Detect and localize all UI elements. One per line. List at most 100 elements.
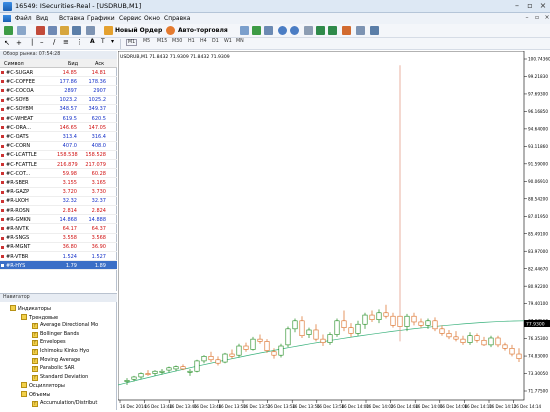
menu-view[interactable]: Вид [36,15,48,22]
channel-icon[interactable]: ≡ [63,38,69,46]
minimize-button[interactable]: – [510,1,524,11]
market-watch-row[interactable]: #R-MGNT 36.80 36.90 [0,243,117,252]
menu-tools[interactable]: Сервис [119,15,141,22]
col-ask[interactable]: Аск [95,61,104,67]
cursor-icon[interactable]: ↖ [4,39,10,47]
market-watch-row[interactable]: #C-OATS 313.4 316.4 [0,132,117,142]
market-watch-row[interactable]: #C-ORA... 146.65 147.05 [0,123,117,133]
market-watch-row[interactable]: #C-COFFEE 177.86 178.36 [0,77,117,87]
terminal-icon[interactable] [72,26,81,35]
tf-h1[interactable]: H1 [188,39,195,44]
menu-file[interactable]: Файл [15,15,32,22]
crosshair-icon[interactable]: + [16,39,22,47]
close-button[interactable]: × [536,1,550,11]
market-watch-row[interactable]: #R-GMKN 14.868 14.888 [0,215,117,225]
market-watch-row[interactable]: #R-GAZP 3.720 3.730 [0,188,117,197]
bar-chart-icon[interactable] [240,26,249,35]
market-watch-row[interactable]: #C-WHEAT 619.5 620.5 [0,114,117,124]
window-title: 16549: ISecurities-Real - [USDRUB,M1] [15,2,142,10]
periods-icon[interactable] [356,26,365,35]
tf-w1[interactable]: W1 [224,39,232,44]
row-symbol: #C-COFFEE [6,78,35,85]
text-icon[interactable]: A [90,38,95,45]
zoom-out-icon[interactable] [290,26,299,35]
market-watch-row[interactable]: #C-SOYBM 348.57 349.37 [0,105,117,114]
row-symbol: #C-SUGAR [6,69,34,76]
row-ask: 3.730 [91,189,106,196]
market-watch-row[interactable]: #C-SUGAR 14.85 14.81 [0,68,117,78]
candlestick-icon[interactable] [252,26,261,35]
tf-d1[interactable]: D1 [212,39,219,44]
navigator-item[interactable]: Объемы [21,391,50,399]
new-order-button[interactable]: Новый Ордер [115,27,162,34]
menu-window[interactable]: Окно [144,15,160,22]
market-watch-row[interactable]: #R-HYS 1.79 1.89 [0,261,117,271]
navigator-item[interactable]: f Bollinger Bands [32,331,79,339]
arrows-icon[interactable]: ▾ [111,38,114,45]
line-chart-icon[interactable] [264,26,273,35]
navigator-item[interactable]: Осцилляторы [21,382,65,390]
navigator-item[interactable]: Трендовые [21,313,58,322]
navigator-item[interactable]: Индикаторы [10,305,51,313]
market-watch-row[interactable]: #R-VTBR 1.524 1.527 [0,252,117,262]
navigator-item[interactable]: f Standard Deviation [32,374,88,382]
horizontal-line-icon[interactable]: – [40,38,44,46]
tf-m1[interactable]: M1 [126,39,138,46]
navigator-item[interactable]: f Ichimoku Kinko Hyo [32,348,89,356]
price-chart[interactable]: 100.74360 99.21830 97.69300 96.16850 94.6400… [117,50,550,410]
autoscroll-icon[interactable] [316,26,325,35]
market-watch-row[interactable]: #R-NVTK 64.17 64.37 [0,224,117,234]
menu-help[interactable]: Справка [164,15,190,22]
navigator-item[interactable]: f Parabolic SAR [32,365,75,373]
market-watch-row[interactable]: #C-COT... 59.98 60.28 [0,169,117,179]
maximize-button[interactable]: ▫ [523,1,537,11]
fibo-icon[interactable]: ⋮ [76,38,83,46]
templates-icon[interactable] [370,26,379,35]
chart-window[interactable]: 100.74360 99.21830 97.69300 96.16850 94.6400… [117,50,550,410]
navigator-item[interactable]: f Accumulation/Distribut [32,400,97,408]
market-watch-row[interactable]: #C-FCATTLE 216.879 217.079 [0,160,117,170]
menu-charts[interactable]: Графики [87,15,115,22]
zoom-in-icon[interactable] [278,26,287,35]
market-watch-row[interactable]: #R-LKOH 32.32 32.37 [0,197,117,206]
new-order-icon[interactable] [104,26,113,35]
tf-m5[interactable]: M5 [143,39,150,44]
row-ask: 36.90 [91,244,106,251]
navigator-item[interactable]: f Moving Average [32,357,80,365]
tf-m30[interactable]: M30 [172,39,182,44]
symbol-icon [1,227,4,231]
data-window-icon[interactable] [48,26,57,35]
market-watch-row[interactable]: #R-ROSN 2.814 2.824 [0,206,117,216]
market-watch-icon[interactable] [36,26,45,35]
autotrading-button[interactable]: Авто-торговля [178,27,228,34]
indicators-icon[interactable] [342,26,351,35]
folder-icon [21,382,27,389]
chart-shift-icon[interactable] [328,26,337,35]
navigator-icon[interactable] [60,26,69,35]
indicator-icon: f [32,331,38,338]
market-watch-row[interactable]: #R-SNGS 3.558 3.568 [0,234,117,243]
col-bid[interactable]: Бид [68,61,78,67]
navigator-item[interactable]: f Envelopes [32,339,66,347]
tf-m15[interactable]: M15 [157,39,167,44]
navigator-item[interactable]: f Average Directional Mo [32,322,98,330]
market-watch-row[interactable]: #C-COCOA 2897 2907 [0,86,117,96]
profiles-icon[interactable] [17,26,26,35]
market-watch-row[interactable]: #C-LCATTLE 158.538 158.528 [0,151,117,160]
tf-h4[interactable]: H4 [200,39,207,44]
tf-mn[interactable]: MN [236,39,244,44]
market-watch-row[interactable]: #R-SBER 3.155 3.165 [0,178,117,188]
new-chart-icon[interactable] [4,26,13,35]
vertical-line-icon[interactable]: | [31,38,33,46]
menu-insert[interactable]: Вставка [59,15,84,22]
label-icon[interactable]: T [101,38,105,45]
candle-body [271,351,277,356]
market-watch-row[interactable]: #C-SOYB 1023.2 1025.2 [0,96,117,105]
mdi-close-button[interactable]: × [540,13,550,23]
tile-windows-icon[interactable] [304,26,313,35]
chart-header: USDRUB,M1 71.8432 71.9309 71.8432 71.930… [120,54,230,60]
market-watch-row[interactable]: #C-CORN 407.0 408.0 [0,142,117,151]
strategy-tester-icon[interactable] [86,26,95,35]
col-symbol[interactable]: Символ [4,61,24,67]
trendline-icon[interactable]: / [53,38,55,46]
